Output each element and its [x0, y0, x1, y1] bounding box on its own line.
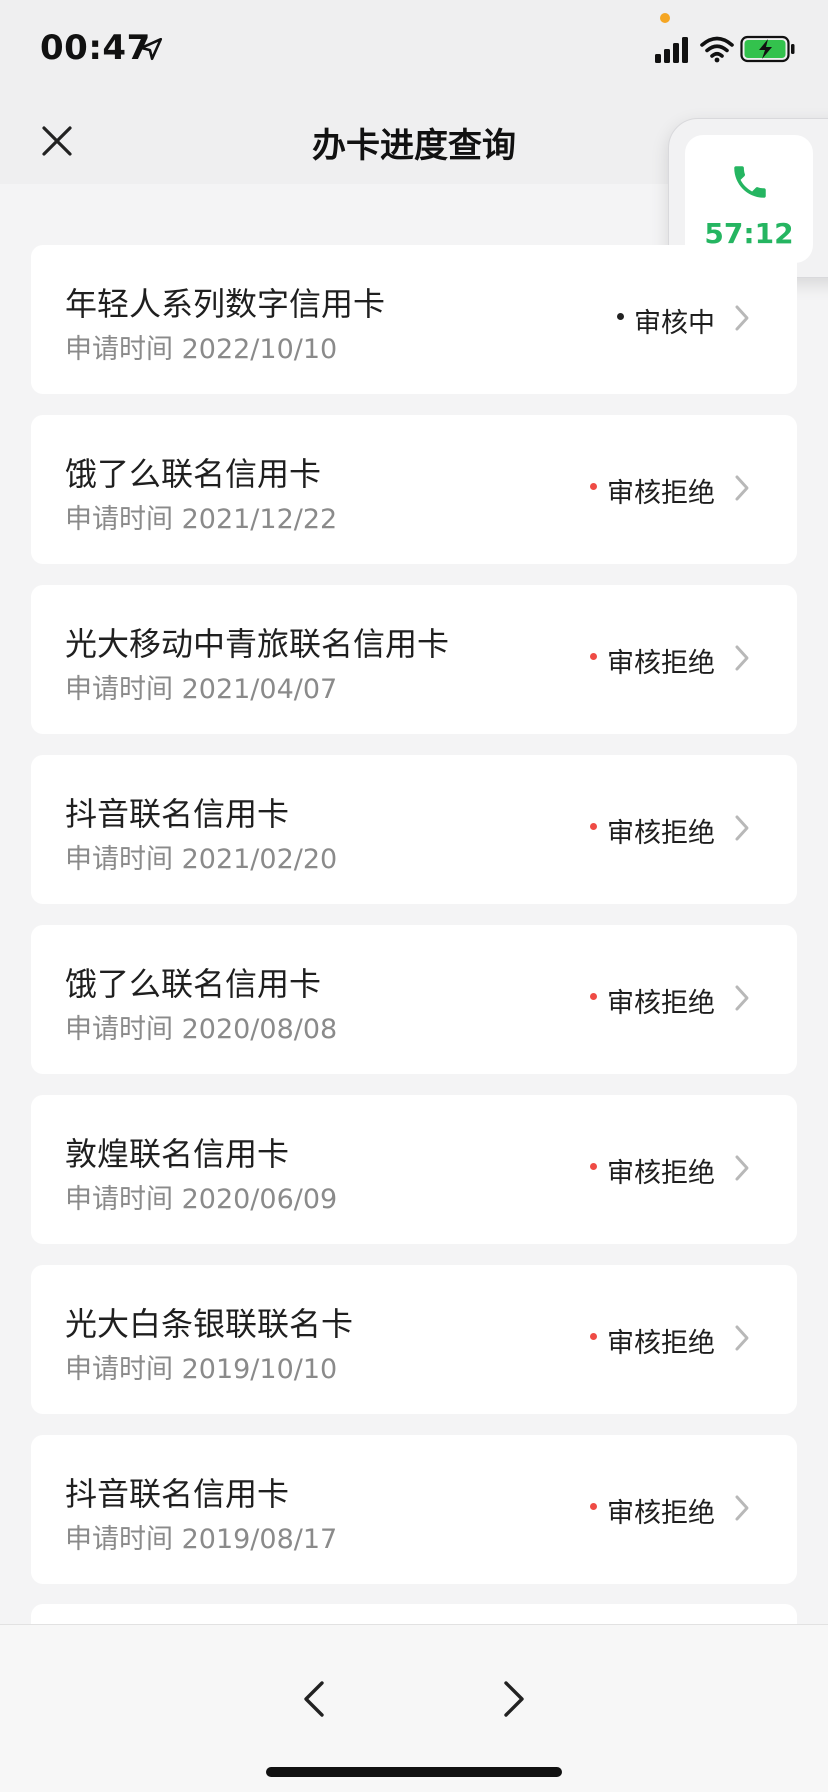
chevron-right-icon: [735, 985, 749, 1011]
application-date: 申请时间 2019/10/10: [65, 1354, 338, 1385]
home-indicator[interactable]: [266, 1767, 562, 1777]
application-card[interactable]: 年轻人系列数字信用卡申请时间 2022/10/10 审核中: [31, 245, 797, 394]
application-date: 申请时间 2020/06/09: [65, 1184, 338, 1215]
status-dot: [590, 1503, 597, 1510]
status-time: 00:47: [40, 28, 151, 68]
status-label: 审核拒绝: [607, 818, 715, 849]
application-date: 申请时间 2021/04/07: [65, 674, 338, 705]
card-name: 抖音联名信用卡: [65, 1475, 290, 1513]
chevron-right-icon: [735, 305, 749, 331]
card-name: 光大移动中青旅联名信用卡: [65, 625, 450, 663]
application-card[interactable]: 饿了么联名信用卡申请时间 2021/12/22 审核拒绝: [31, 415, 797, 564]
status-label: 审核中: [634, 308, 715, 339]
chevron-right-icon: [735, 475, 749, 501]
signal-icon: [655, 37, 688, 63]
chevron-right-icon[interactable]: [496, 1675, 532, 1723]
status-label: 审核拒绝: [607, 1498, 715, 1529]
application-card[interactable]: 光大移动中青旅联名信用卡申请时间 2021/04/07 审核拒绝: [31, 585, 797, 734]
status-bar: 00:47: [0, 0, 828, 100]
card-name: 光大白条银联联名卡: [65, 1305, 354, 1343]
status-dot: [590, 483, 597, 490]
card-name: 饿了么联名信用卡: [65, 965, 322, 1003]
application-date: 申请时间 2019/08/17: [65, 1524, 338, 1555]
chevron-left-icon[interactable]: [296, 1675, 332, 1723]
status-dot: [590, 653, 597, 660]
status-label: 审核拒绝: [607, 988, 715, 1019]
status-dot: [617, 313, 624, 320]
status-label: 审核拒绝: [607, 648, 715, 679]
application-card[interactable]: 抖音联名信用卡申请时间 2019/08/17 审核拒绝: [31, 1435, 797, 1584]
bottom-toolbar: [0, 1624, 828, 1792]
call-widget-card[interactable]: 57:12: [685, 135, 813, 263]
chevron-right-icon: [735, 1155, 749, 1181]
battery-charging-icon: [740, 35, 795, 63]
chevron-right-icon: [735, 645, 749, 671]
chevron-right-icon: [735, 1325, 749, 1351]
status-dot: [590, 993, 597, 1000]
application-card[interactable]: 光大白条银联联名卡申请时间 2019/10/10 审核拒绝: [31, 1265, 797, 1414]
status-label: 审核拒绝: [607, 1158, 715, 1189]
card-name: 敦煌联名信用卡: [65, 1135, 290, 1173]
wifi-icon: [700, 36, 734, 63]
application-date: 申请时间 2021/02/20: [65, 844, 338, 875]
application-date: 申请时间 2022/10/10: [65, 334, 338, 365]
application-list: 年轻人系列数字信用卡 申请时间 2022/10/10 审核中 饿了么联名信用卡 申请时间…: [31, 245, 797, 1605]
status-label: 审核拒绝: [607, 478, 715, 509]
status-label: 审核拒绝: [607, 1328, 715, 1359]
chevron-right-icon: [735, 815, 749, 841]
status-dot: [590, 1333, 597, 1340]
card-name: 饿了么联名信用卡: [65, 455, 322, 493]
application-date: 申请时间 2021/12/22: [65, 504, 338, 535]
privacy-indicator-dot: [660, 13, 670, 23]
application-card[interactable]: 抖音联名信用卡申请时间 2021/02/20 审核拒绝: [31, 755, 797, 904]
card-name: 抖音联名信用卡: [65, 795, 290, 833]
location-arrow-icon: [139, 37, 163, 61]
application-date: 申请时间 2020/08/08: [65, 1014, 338, 1045]
chevron-right-icon: [735, 1495, 749, 1521]
application-card[interactable]: 敦煌联名信用卡申请时间 2020/06/09 审核拒绝: [31, 1095, 797, 1244]
status-dot: [590, 823, 597, 830]
status-dot: [590, 1163, 597, 1170]
card-name: 年轻人系列数字信用卡: [65, 285, 386, 323]
phone-icon: [734, 166, 766, 198]
application-card[interactable]: 饿了么联名信用卡申请时间 2020/08/08 审核拒绝: [31, 925, 797, 1074]
